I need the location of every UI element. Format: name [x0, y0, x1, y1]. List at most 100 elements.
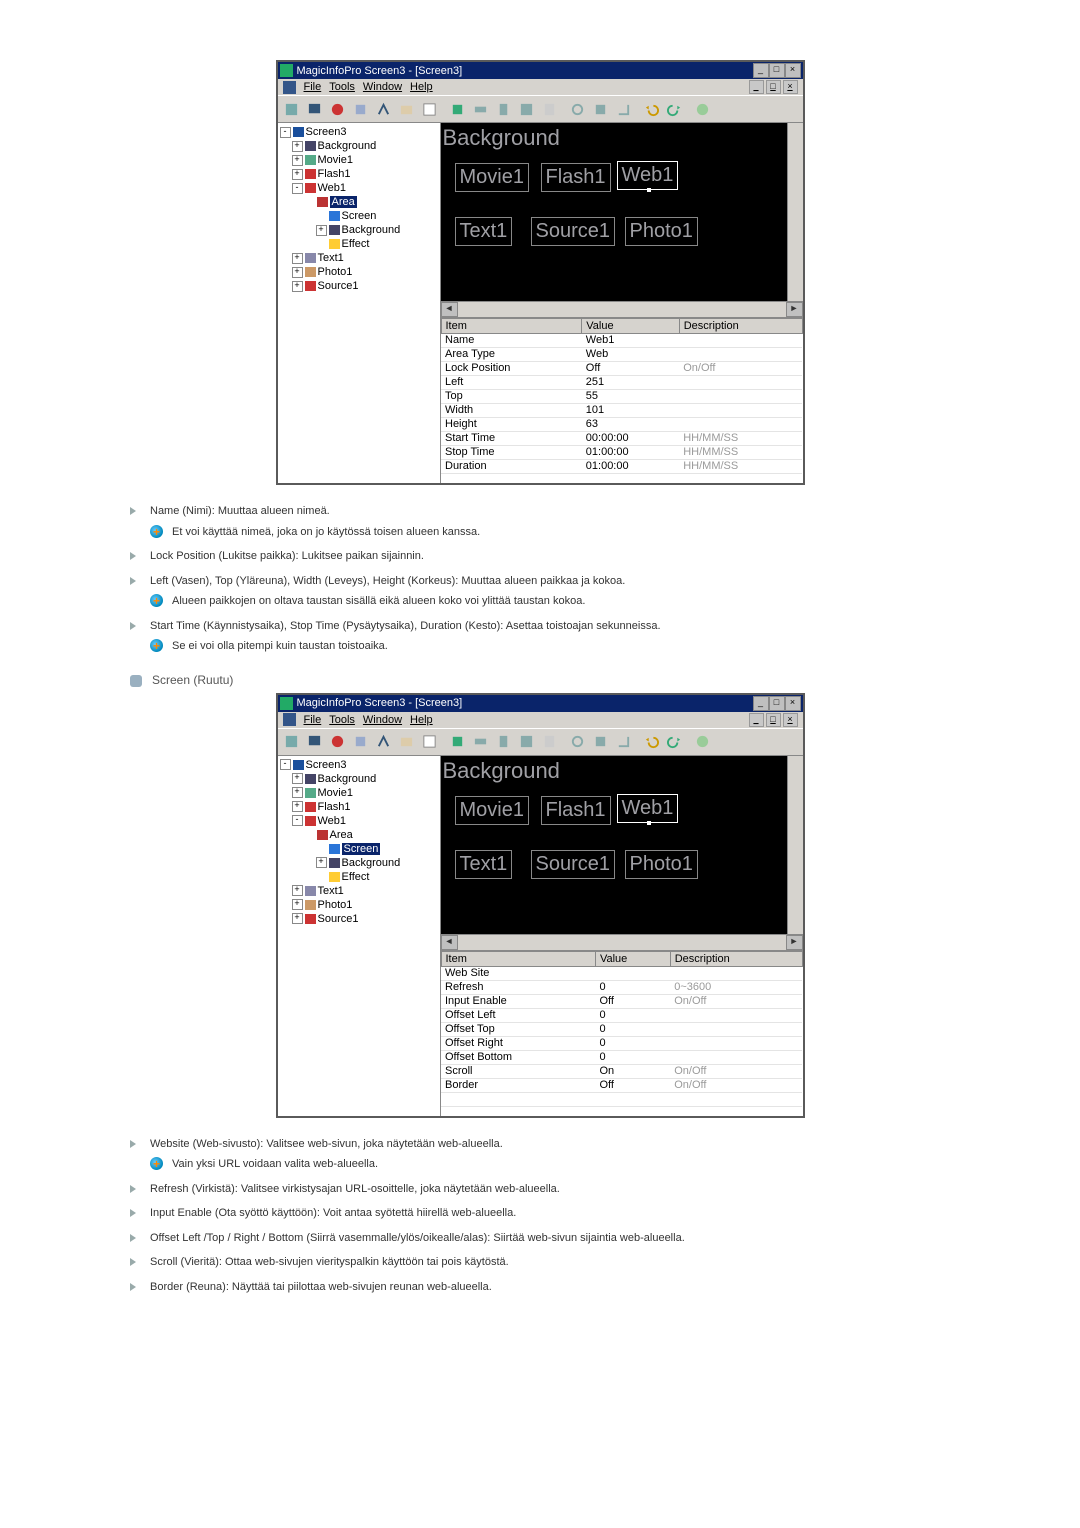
tool-icon[interactable] — [281, 731, 303, 753]
table-row[interactable]: Height63 — [441, 418, 802, 432]
tool-icon[interactable] — [567, 98, 589, 120]
redo-icon[interactable] — [664, 731, 686, 753]
vertical-scrollbar[interactable] — [787, 756, 803, 934]
tree-item[interactable]: -Web1 — [280, 814, 438, 828]
preview-canvas[interactable]: Background Movie1 Flash1 Web1 Text1 Sour… — [441, 123, 787, 301]
table-row[interactable]: Refresh00~3600 — [441, 980, 802, 994]
table-row[interactable]: Left251 — [441, 376, 802, 390]
menu-tools[interactable]: Tools — [329, 714, 355, 726]
close-button[interactable]: × — [785, 63, 801, 78]
mdi-minimize-button[interactable]: _ — [749, 80, 764, 94]
tool-icon[interactable] — [567, 731, 589, 753]
tree-pane[interactable]: -Screen3+Background+Movie1+Flash1-Web1Ar… — [278, 123, 441, 483]
tree-item[interactable]: +Text1 — [280, 884, 438, 898]
tool-icon[interactable] — [613, 98, 635, 120]
table-row[interactable]: Offset Bottom0 — [441, 1050, 802, 1064]
mdi-close-button[interactable]: × — [783, 80, 798, 94]
tree-item[interactable]: -Web1 — [280, 181, 438, 195]
undo-icon[interactable] — [641, 731, 663, 753]
menu-help[interactable]: Help — [410, 714, 433, 726]
preview-box[interactable]: Flash1 — [541, 796, 611, 825]
scroll-right-icon[interactable]: ► — [786, 302, 803, 317]
tool-icon[interactable] — [470, 98, 492, 120]
tree-item[interactable]: +Background — [280, 139, 438, 153]
tree-item[interactable]: +Flash1 — [280, 800, 438, 814]
tree-item[interactable]: +Background — [280, 856, 438, 870]
tree-item[interactable]: +Movie1 — [280, 153, 438, 167]
property-grid[interactable]: ItemValueDescriptionNameWeb1Area TypeWeb… — [441, 317, 803, 483]
table-row[interactable]: NameWeb1 — [441, 334, 802, 348]
redo-icon[interactable] — [664, 98, 686, 120]
table-row[interactable]: Offset Top0 — [441, 1022, 802, 1036]
preview-hscroll[interactable]: ◄ ► — [441, 934, 803, 950]
vertical-scrollbar[interactable] — [787, 123, 803, 301]
tree-item[interactable]: +Background — [280, 772, 438, 786]
tool-icon[interactable] — [493, 98, 515, 120]
tool-icon[interactable] — [350, 731, 372, 753]
tool-icon[interactable] — [516, 731, 538, 753]
tool-icon[interactable] — [396, 98, 418, 120]
grid-header[interactable]: Description — [670, 951, 802, 966]
table-row[interactable]: Web Site — [441, 966, 802, 980]
tool-icon[interactable] — [373, 731, 395, 753]
close-button[interactable]: × — [785, 696, 801, 711]
table-row[interactable]: ScrollOnOn/Off — [441, 1064, 802, 1078]
table-row[interactable]: BorderOffOn/Off — [441, 1078, 802, 1092]
grid-header[interactable]: Value — [595, 951, 670, 966]
tool-icon[interactable] — [327, 731, 349, 753]
preview-box[interactable]: Text1 — [455, 217, 513, 246]
table-row[interactable]: Stop Time01:00:00HH/MM/SS — [441, 446, 802, 460]
tree-pane[interactable]: -Screen3+Background+Movie1+Flash1-Web1Ar… — [278, 756, 441, 1116]
mdi-close-button[interactable]: × — [783, 713, 798, 727]
tool-icon[interactable] — [350, 98, 372, 120]
grid-header[interactable]: Description — [679, 319, 802, 334]
menu-tools[interactable]: Tools — [329, 81, 355, 93]
tool-icon[interactable] — [447, 98, 469, 120]
maximize-button[interactable]: □ — [769, 63, 785, 78]
preview-box[interactable]: Text1 — [455, 850, 513, 879]
tool-icon[interactable] — [396, 731, 418, 753]
tree-item[interactable]: +Movie1 — [280, 786, 438, 800]
grid-header[interactable]: Item — [441, 319, 582, 334]
tree-item[interactable]: +Photo1 — [280, 265, 438, 279]
scroll-left-icon[interactable]: ◄ — [441, 302, 458, 317]
tool-icon[interactable] — [281, 98, 303, 120]
preview-box[interactable]: Movie1 — [455, 163, 529, 192]
tree-item[interactable]: Screen — [280, 209, 438, 223]
preview-box[interactable]: Source1 — [531, 217, 616, 246]
minimize-button[interactable]: _ — [753, 63, 769, 78]
titlebar[interactable]: MagicInfoPro Screen3 - [Screen3] _ □ × — [278, 695, 803, 712]
titlebar[interactable]: MagicInfoPro Screen3 - [Screen3] _ □ × — [278, 62, 803, 79]
tool-icon[interactable] — [373, 98, 395, 120]
menu-window[interactable]: Window — [363, 714, 402, 726]
tree-item[interactable]: +Source1 — [280, 279, 438, 293]
grid-header[interactable]: Item — [441, 951, 595, 966]
menu-help[interactable]: Help — [410, 81, 433, 93]
tree-item[interactable]: +Background — [280, 223, 438, 237]
tool-icon[interactable] — [327, 98, 349, 120]
tree-item[interactable]: Screen — [280, 842, 438, 856]
tool-icon[interactable] — [539, 98, 561, 120]
preview-hscroll[interactable]: ◄ ► — [441, 301, 803, 317]
tool-icon[interactable] — [590, 98, 612, 120]
minimize-button[interactable]: _ — [753, 696, 769, 711]
tool-icon[interactable] — [470, 731, 492, 753]
tool-icon[interactable] — [539, 731, 561, 753]
scroll-left-icon[interactable]: ◄ — [441, 935, 458, 950]
preview-box-selected[interactable]: Web1 — [617, 794, 679, 823]
tree-item[interactable]: +Flash1 — [280, 167, 438, 181]
preview-box[interactable]: Photo1 — [625, 217, 698, 246]
table-row[interactable]: Offset Left0 — [441, 1008, 802, 1022]
property-grid[interactable]: ItemValueDescriptionWeb SiteRefresh00~36… — [441, 950, 803, 1116]
mdi-restore-button[interactable]: □ — [766, 713, 781, 727]
preview-box[interactable]: Movie1 — [455, 796, 529, 825]
tree-item[interactable]: Effect — [280, 237, 438, 251]
maximize-button[interactable]: □ — [769, 696, 785, 711]
table-row[interactable]: Area TypeWeb — [441, 348, 802, 362]
preview-box[interactable]: Photo1 — [625, 850, 698, 879]
preview-box[interactable]: Flash1 — [541, 163, 611, 192]
table-row[interactable]: Start Time00:00:00HH/MM/SS — [441, 432, 802, 446]
tool-icon[interactable] — [590, 731, 612, 753]
grid-header[interactable]: Value — [582, 319, 679, 334]
tool-icon[interactable] — [613, 731, 635, 753]
